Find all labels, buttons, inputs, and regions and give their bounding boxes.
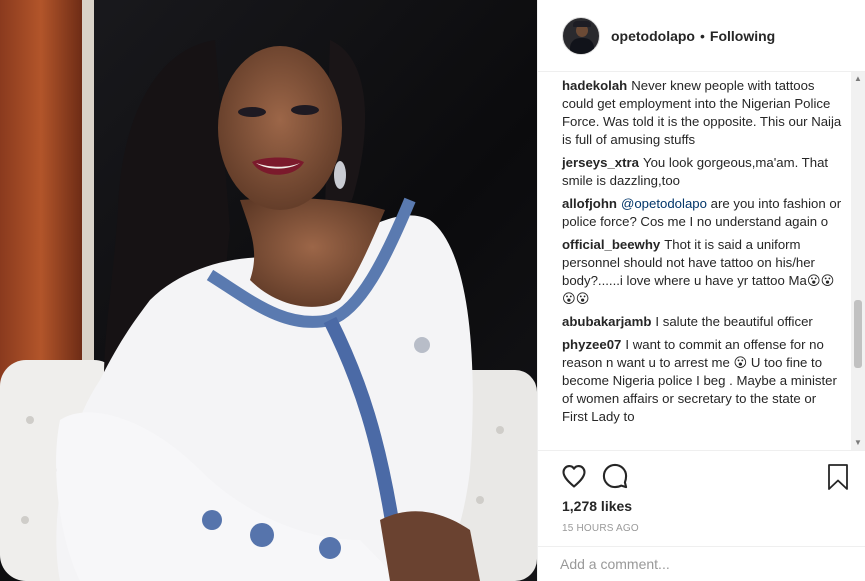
scroll-down-arrow-icon[interactable]: ▼ — [851, 436, 865, 450]
add-comment-bar — [538, 546, 865, 581]
comments-list[interactable]: hadekolah Never knew people with tattoos … — [538, 72, 850, 450]
post-header: opetodolapo • Following — [538, 0, 865, 72]
comment-username[interactable]: allofjohn — [562, 196, 617, 211]
header-separator: • — [700, 27, 705, 44]
comment-username[interactable]: official_beewhy — [562, 237, 660, 252]
comments-scrollbar[interactable]: ▲ ▼ — [851, 72, 865, 450]
comment-mention-link[interactable]: @opetodolapo — [621, 196, 707, 211]
comment-item: allofjohn @opetodolapo are you into fashi… — [562, 195, 850, 231]
comment-item: phyzee07 I want to commit an offense for … — [562, 336, 850, 426]
bookmark-icon[interactable] — [826, 463, 850, 491]
likes-count[interactable]: 1,278 likes — [562, 498, 632, 514]
add-comment-input[interactable] — [560, 547, 850, 581]
comment-username[interactable]: hadekolah — [562, 78, 627, 93]
heart-icon[interactable] — [560, 462, 588, 490]
post-timestamp[interactable]: 15 HOURS AGO — [562, 523, 639, 534]
comment-item: abubakarjamb I salute the beautiful offic… — [562, 313, 850, 331]
avatar[interactable] — [562, 16, 600, 55]
post-side-panel: opetodolapo • Following hadekolah Never k… — [537, 0, 865, 581]
comment-item: jerseys_xtra You look gorgeous,ma'am. Tha… — [562, 154, 850, 190]
following-button[interactable]: Following — [710, 28, 775, 44]
comment-item: official_beewhy Thot it is said a uniform… — [562, 236, 850, 308]
comment-username[interactable]: abubakarjamb — [562, 314, 651, 329]
comment-bubble-icon[interactable] — [601, 462, 629, 490]
comment-username[interactable]: jerseys_xtra — [562, 155, 639, 170]
comment-item: hadekolah Never knew people with tattoos … — [562, 77, 850, 149]
post-photo[interactable] — [0, 0, 537, 581]
comment-username[interactable]: phyzee07 — [562, 337, 621, 352]
scrollbar-thumb[interactable] — [854, 300, 862, 368]
comment-text: I salute the beautiful officer — [655, 314, 813, 329]
post-author-username[interactable]: opetodolapo — [611, 28, 695, 44]
post-image — [0, 0, 537, 581]
post-actions: 1,278 likes 15 HOURS AGO — [538, 450, 865, 534]
scroll-up-arrow-icon[interactable]: ▲ — [851, 72, 865, 86]
